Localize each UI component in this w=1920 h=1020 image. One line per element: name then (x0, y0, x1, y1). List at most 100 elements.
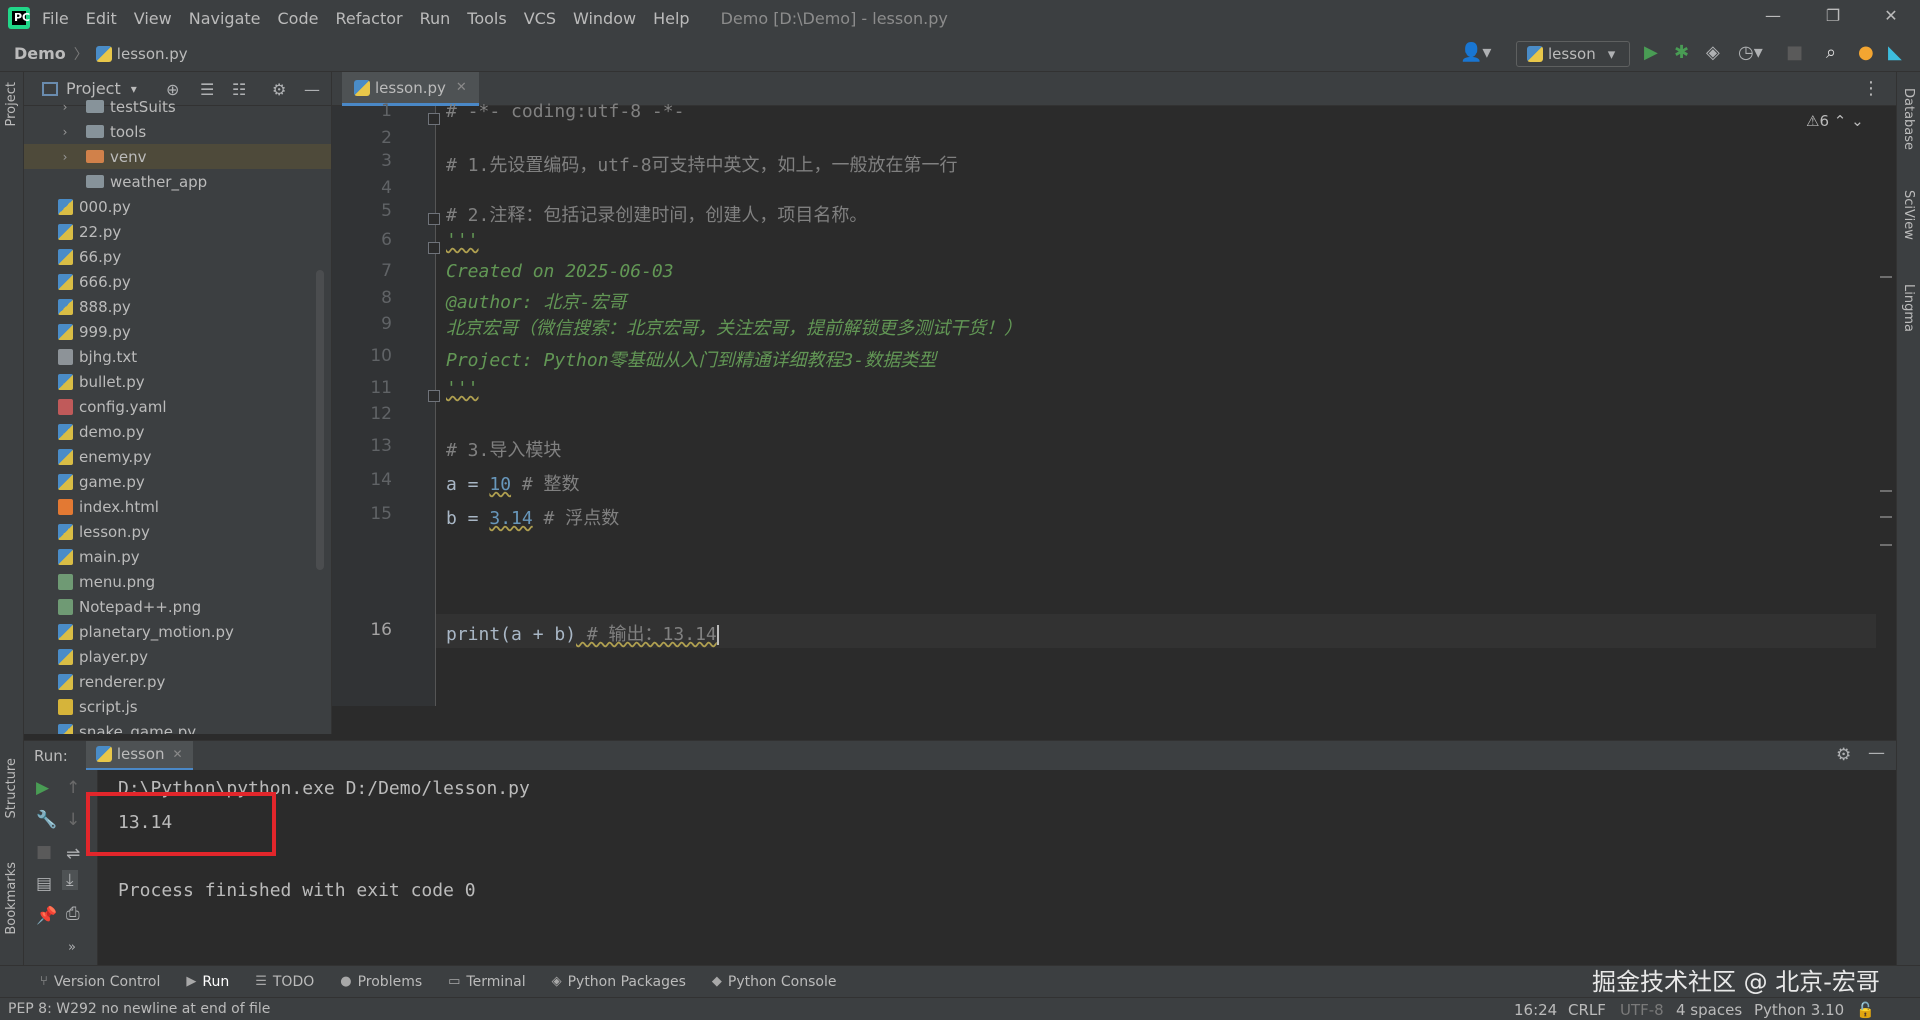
project-tool-button[interactable]: Project (4, 82, 19, 126)
tree-item[interactable]: Notepad++.png (24, 594, 331, 619)
lingma-tool-button[interactable]: Lingma (1901, 284, 1916, 332)
tree-item[interactable]: config.yaml (24, 394, 331, 419)
menu-tools[interactable]: Tools (467, 9, 506, 28)
file-encoding[interactable]: UTF-8 (1620, 1001, 1664, 1019)
user-icon[interactable]: 👤▾ (1460, 42, 1491, 63)
run-tool-button[interactable]: ▶ Run (186, 974, 229, 990)
restore-button[interactable]: ❐ (1818, 6, 1848, 30)
version-control-tool-button[interactable]: ⑂ Version Control (40, 974, 160, 990)
python-interpreter[interactable]: Python 3.10 (1754, 1001, 1844, 1019)
layout-icon[interactable]: ▤ (36, 874, 52, 894)
tree-item[interactable]: › testSuits (24, 94, 331, 119)
up-arrow-icon[interactable]: ↑ (66, 778, 80, 798)
status-message[interactable]: PEP 8: W292 no newline at end of file (8, 1001, 270, 1017)
tree-item[interactable]: demo.py (24, 419, 331, 444)
gear-icon[interactable]: ⚙ (1836, 745, 1851, 765)
chevron-right-icon[interactable]: › (58, 150, 72, 164)
close-icon[interactable]: ✕ (173, 747, 183, 761)
tree-item[interactable]: planetary_motion.py (24, 619, 331, 644)
lock-icon[interactable]: 🔓 (1856, 1001, 1875, 1019)
stop-icon[interactable]: ■ (36, 842, 52, 862)
caret-position[interactable]: 16:24 (1514, 1001, 1557, 1019)
terminal-tool-button[interactable]: ▭ Terminal (448, 974, 525, 990)
sciview-tool-button[interactable]: SciView (1901, 190, 1916, 240)
menu-view[interactable]: View (134, 9, 172, 28)
tree-item[interactable]: › tools (24, 119, 331, 144)
wrench-icon[interactable]: 🔧 (36, 810, 57, 830)
chevron-right-icon[interactable]: › (58, 100, 72, 114)
close-icon[interactable]: ✕ (456, 80, 467, 95)
hide-icon[interactable]: — (1868, 743, 1885, 763)
tree-item[interactable]: player.py (24, 644, 331, 669)
database-tool-button[interactable]: Database (1901, 88, 1916, 150)
tree-item[interactable]: › venv (24, 144, 331, 169)
down-arrow-icon[interactable]: ↓ (66, 810, 80, 830)
python-packages-tool-button[interactable]: ◈ Python Packages (552, 974, 686, 990)
debug-icon[interactable]: ✱ (1674, 42, 1689, 63)
menu-help[interactable]: Help (653, 9, 689, 28)
menu-file[interactable]: File (42, 9, 69, 28)
tree-item[interactable]: enemy.py (24, 444, 331, 469)
tree-item[interactable]: bjhg.txt (24, 344, 331, 369)
menu-edit[interactable]: Edit (86, 9, 117, 28)
chevron-right-icon[interactable]: › (58, 125, 72, 139)
tree-item[interactable]: menu.png (24, 569, 331, 594)
breadcrumb-file[interactable]: lesson.py (117, 45, 188, 63)
bookmarks-tool-button[interactable]: Bookmarks (4, 862, 19, 935)
tree-item[interactable]: 888.py (24, 294, 331, 319)
code-editor[interactable]: # -*- coding:utf-8 -*- # 1.先设置编码，utf-8可支… (436, 101, 1876, 706)
menu-navigate[interactable]: Navigate (189, 9, 261, 28)
tree-item[interactable]: index.html (24, 494, 331, 519)
tree-scrollbar[interactable] (316, 270, 324, 570)
structure-tool-button[interactable]: Structure (4, 758, 19, 818)
update-icon[interactable]: ● (1858, 42, 1874, 63)
inspection-widget[interactable]: ⚠6 ⌃ ⌄ (1806, 112, 1864, 130)
more-icon[interactable]: » (68, 940, 76, 955)
stop-icon[interactable]: ■ (1786, 42, 1803, 63)
tree-item[interactable]: game.py (24, 469, 331, 494)
tree-item[interactable]: 999.py (24, 319, 331, 344)
breadcrumb-project[interactable]: Demo (14, 44, 66, 63)
pin-icon[interactable]: 📌 (36, 906, 57, 926)
profile-icon[interactable]: ◷▾ (1738, 42, 1763, 63)
tree-item[interactable]: snake_game.py (24, 719, 331, 734)
run-config-selector[interactable]: lesson ▾ (1516, 41, 1630, 67)
menu-refactor[interactable]: Refactor (335, 9, 402, 28)
close-window-button[interactable]: ✕ (1876, 6, 1906, 30)
run-tab-lesson[interactable]: lesson ✕ (85, 740, 193, 771)
tree-item[interactable]: main.py (24, 544, 331, 569)
coverage-icon[interactable]: ◈ (1706, 42, 1720, 63)
run-icon[interactable]: ▶ (1644, 42, 1658, 63)
tree-item[interactable]: renderer.py (24, 669, 331, 694)
problems-tool-button[interactable]: ● Problems (340, 974, 422, 990)
python-console-tool-button[interactable]: ◆ Python Console (712, 974, 837, 990)
rerun-icon[interactable]: ▶ (36, 778, 49, 798)
plugin-icon[interactable]: ◣ (1888, 42, 1902, 63)
menu-run[interactable]: Run (420, 9, 451, 28)
tree-item[interactable]: 66.py (24, 244, 331, 269)
menu-window[interactable]: Window (573, 9, 636, 28)
tree-item[interactable]: weather_app (24, 169, 331, 194)
minimize-button[interactable]: — (1758, 6, 1788, 30)
soft-wrap-icon[interactable]: ⇌ (66, 844, 80, 864)
indent-setting[interactable]: 4 spaces (1676, 1001, 1742, 1019)
search-icon[interactable]: ⌕ (1826, 42, 1836, 63)
more-icon[interactable]: ⋮ (1862, 78, 1880, 99)
print-icon[interactable]: ⎙ (66, 904, 80, 924)
menu-code[interactable]: Code (278, 9, 319, 28)
todo-tool-button[interactable]: ☰ TODO (255, 974, 314, 990)
tree-item[interactable]: bullet.py (24, 369, 331, 394)
tree-item[interactable]: script.js (24, 694, 331, 719)
tree-item[interactable]: 22.py (24, 219, 331, 244)
tree-item[interactable]: lesson.py (24, 519, 331, 544)
scroll-to-end-icon[interactable]: ⤓ (62, 870, 78, 890)
line-separator[interactable]: CRLF (1568, 1001, 1606, 1019)
tree-item[interactable]: 000.py (24, 194, 331, 219)
editor-scrollbar[interactable] (1880, 106, 1892, 706)
tool-label: Problems (357, 973, 423, 990)
menu-vcs[interactable]: VCS (524, 9, 556, 28)
py-file-icon (58, 473, 73, 490)
run-console[interactable]: D:\Python\python.exe D:/Demo/lesson.py 1… (98, 770, 1896, 965)
tree-item[interactable]: 666.py (24, 269, 331, 294)
python-file-icon (1527, 46, 1543, 62)
